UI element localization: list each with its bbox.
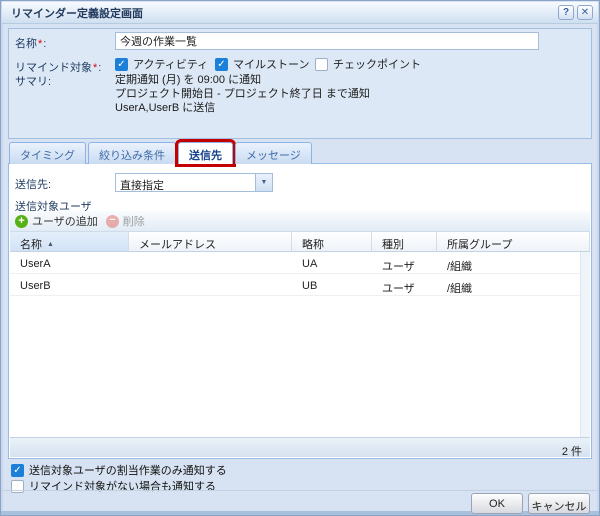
required-asterisk: * — [38, 38, 43, 50]
destination-tab-panel: 送信先: 直接指定 ▼ 送信対象ユーザ + ユーザの追加 − 削除 名称 ▲ メー… — [8, 163, 592, 459]
tab-strip: タイミング 絞り込み条件 送信先 メッセージ — [9, 139, 312, 167]
delete-user-button-label: 削除 — [122, 216, 145, 228]
tab-timing[interactable]: タイミング — [9, 142, 86, 164]
cell-abbr: UB — [302, 280, 318, 292]
reminder-summary-panel: 名称*: リマインド対象*: アクティビティ マイルストーン チェックポイント … — [8, 28, 592, 139]
dialog-title: リマインダー定義設定画面 — [11, 7, 143, 20]
checkbox-activity-label: アクティビティ — [133, 59, 209, 71]
required-asterisk: * — [93, 62, 98, 74]
grid-status-bar: 2 件 — [10, 437, 590, 458]
table-row[interactable]: UserA UA ユーザ /組織 — [10, 252, 580, 274]
option-notify-assigned-only-box[interactable] — [11, 463, 24, 477]
destination-selected-value: 直接指定 — [120, 180, 164, 192]
user-grid-header: 名称 ▲ メールアドレス 略称 種別 所属グループ — [10, 232, 590, 252]
sort-asc-icon: ▲ — [47, 241, 54, 248]
table-row[interactable]: UserB UB ユーザ /組織 — [10, 274, 580, 296]
help-icon[interactable]: ? — [558, 5, 574, 20]
name-input[interactable] — [115, 32, 539, 50]
cell-abbr: UA — [302, 258, 318, 270]
option-notify-when-empty-label: リマインド対象がない場合も通知する — [29, 481, 216, 493]
checkbox-checkpoint[interactable]: チェックポイント — [315, 56, 421, 72]
tab-message[interactable]: メッセージ — [235, 142, 312, 164]
checkbox-checkpoint-label: チェックポイント — [333, 59, 421, 71]
checkbox-checkpoint-box[interactable] — [315, 57, 328, 71]
cell-type: ユーザ — [382, 261, 415, 273]
add-user-button-label: ユーザの追加 — [32, 216, 98, 228]
summary-line-3: UserA,UserB に送信 — [115, 102, 216, 114]
add-user-button[interactable]: + ユーザの追加 — [15, 213, 98, 229]
summary-label: サマリ: — [15, 76, 52, 88]
tab-filter-conditions[interactable]: 絞り込み条件 — [88, 142, 176, 164]
user-grid-toolbar: + ユーザの追加 − 削除 — [10, 211, 590, 232]
dialog-titlebar: リマインダー定義設定画面 ? ✕ — [2, 2, 598, 24]
reminder-settings-dialog: リマインダー定義設定画面 ? ✕ 名称*: リマインド対象*: アクティビティ … — [0, 0, 600, 516]
add-icon: + — [15, 214, 28, 228]
column-header-name[interactable]: 名称 ▲ — [10, 232, 129, 251]
cell-name: UserA — [20, 258, 51, 270]
destination-label: 送信先: — [15, 179, 52, 191]
summary-line-2: プロジェクト開始日 - プロジェクト終了日 まで通知 — [115, 88, 370, 100]
checkbox-activity[interactable]: アクティビティ — [115, 56, 215, 72]
column-header-group[interactable]: 所属グループ — [437, 232, 590, 251]
delete-icon: − — [105, 214, 119, 228]
ok-button[interactable]: OK — [471, 493, 523, 514]
cell-group: /組織 — [447, 261, 473, 273]
checkbox-activity-box[interactable] — [115, 57, 128, 71]
footer-divider — [2, 490, 598, 491]
option-notify-when-empty[interactable]: リマインド対象がない場合も通知する — [11, 478, 216, 494]
cell-email — [129, 252, 292, 273]
footer-buttons: OK キャンセル — [471, 493, 590, 514]
remind-target-options: アクティビティ マイルストーン チェックポイント — [115, 56, 421, 72]
cell-email — [129, 274, 292, 295]
chevron-down-icon[interactable]: ▼ — [255, 174, 272, 191]
close-icon[interactable]: ✕ — [577, 5, 593, 20]
destination-select[interactable]: 直接指定 ▼ — [115, 173, 273, 192]
name-label-text: 名称 — [15, 38, 37, 50]
delete-user-button[interactable]: − 削除 — [105, 213, 145, 229]
option-notify-assigned-only[interactable]: 送信対象ユーザの割当作業のみ通知する — [11, 462, 227, 478]
remind-target-colon: : — [98, 62, 102, 74]
column-header-email[interactable]: メールアドレス — [129, 232, 292, 251]
cell-name: UserB — [20, 280, 51, 292]
grid-scrollbar[interactable] — [580, 252, 590, 437]
cancel-button[interactable]: キャンセル — [528, 493, 590, 514]
tab-destination[interactable]: 送信先 — [175, 139, 236, 167]
column-header-abbr[interactable]: 略称 — [292, 232, 372, 251]
record-count: 2 件 — [561, 446, 582, 458]
option-notify-assigned-only-label: 送信対象ユーザの割当作業のみ通知する — [29, 465, 227, 477]
summary-text: 定期通知 (月) を 09:00 に通知 プロジェクト開始日 - プロジェクト終… — [115, 73, 370, 115]
checkbox-milestone-label: マイルストーン — [233, 59, 310, 71]
checkbox-milestone[interactable]: マイルストーン — [215, 56, 315, 72]
name-label: 名称*: — [15, 35, 46, 51]
summary-line-1: 定期通知 (月) を 09:00 に通知 — [115, 74, 262, 86]
column-header-type[interactable]: 種別 — [372, 232, 437, 251]
cell-type: ユーザ — [382, 283, 415, 295]
cell-group: /組織 — [447, 283, 473, 295]
name-label-colon: : — [43, 38, 47, 50]
checkbox-milestone-box[interactable] — [215, 57, 228, 71]
